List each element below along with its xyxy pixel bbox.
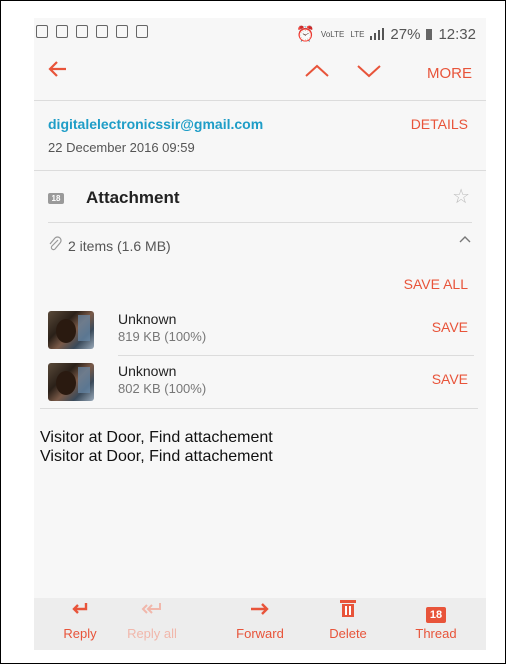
clock: 12:32	[438, 25, 476, 43]
sender-email[interactable]: digitalelectronicssir@gmail.com	[48, 116, 263, 132]
save-all-button[interactable]: SAVE ALL	[404, 276, 468, 292]
attachment-thumbnail[interactable]	[48, 363, 94, 401]
email-body: Visitor at Door, Find attachement Visito…	[40, 428, 273, 466]
more-button[interactable]: MORE	[427, 65, 472, 82]
reply-all-icon	[112, 598, 192, 624]
attachment-item[interactable]: Unknown 802 KB (100%) SAVE	[34, 357, 486, 407]
download-icon	[96, 25, 108, 38]
app-bar: MORE	[34, 56, 486, 92]
attachment-name: Unknown	[118, 363, 177, 379]
image-icon	[116, 25, 128, 38]
email-date: 22 December 2016 09:59	[48, 140, 195, 155]
attachment-summary: 2 items (1.6 MB)	[68, 238, 171, 254]
signal-icon	[370, 28, 385, 40]
reply-all-button[interactable]: Reply all	[112, 598, 192, 641]
notification-icon	[56, 25, 68, 38]
thread-label: Thread	[415, 626, 457, 641]
previous-email-chevron-up-icon[interactable]	[304, 56, 330, 91]
body-line: Visitor at Door, Find attachement	[40, 429, 273, 446]
body-line: Visitor at Door, Find attachement	[40, 448, 273, 465]
notification-icons	[36, 25, 148, 38]
status-bar: ⏰ VoLTE LTE 27% 12:32	[34, 18, 486, 48]
reply-button[interactable]: Reply	[40, 598, 120, 641]
reply-label: Reply	[63, 626, 97, 641]
divider	[118, 355, 474, 356]
divider	[34, 100, 486, 101]
reply-all-label: Reply all	[127, 626, 177, 641]
battery-icon	[426, 28, 433, 40]
attachment-item[interactable]: Unknown 819 KB (100%) SAVE	[34, 305, 486, 355]
thread-button[interactable]: 18 Thread	[396, 598, 476, 641]
status-right: ⏰ VoLTE LTE 27% 12:32	[296, 25, 476, 44]
attachment-size: 802 KB (100%)	[118, 381, 207, 396]
attachment-thumbnail[interactable]	[48, 311, 94, 349]
collapse-chevron-up-icon[interactable]	[458, 232, 472, 251]
next-email-chevron-down-icon[interactable]	[356, 56, 382, 91]
back-arrow-icon[interactable]	[48, 59, 68, 85]
paperclip-icon	[48, 236, 62, 256]
alarm-icon: ⏰	[296, 26, 315, 43]
thread-count-badge: 18	[425, 607, 447, 623]
subject-badge-icon: 18	[48, 193, 64, 204]
volte-indicator: VoLTE	[320, 29, 345, 39]
details-button[interactable]: DETAILS	[411, 116, 468, 132]
star-icon[interactable]: ☆	[452, 184, 470, 209]
battery-percent: 27%	[390, 25, 421, 43]
phone-screen: ⏰ VoLTE LTE 27% 12:32 MORE digitalelectr…	[34, 18, 486, 650]
email-subject: Attachment	[86, 188, 180, 207]
divider	[34, 170, 486, 171]
bottom-action-bar: Reply Reply all Forward Delete 18 Thread	[34, 598, 486, 650]
forward-button[interactable]: Forward	[220, 598, 300, 641]
save-button[interactable]: SAVE	[432, 319, 468, 335]
thread-icon: 18	[396, 598, 476, 624]
forward-icon	[220, 598, 300, 624]
sd-card-icon	[136, 25, 148, 38]
divider	[48, 222, 472, 223]
delete-label: Delete	[329, 626, 367, 641]
save-button[interactable]: SAVE	[432, 371, 468, 387]
download-icon	[76, 25, 88, 38]
trash-icon	[308, 598, 388, 624]
attachment-name: Unknown	[118, 311, 177, 327]
delete-button[interactable]: Delete	[308, 598, 388, 641]
attachment-size: 819 KB (100%)	[118, 329, 207, 344]
notification-icon	[36, 25, 48, 38]
reply-icon	[40, 598, 120, 624]
forward-label: Forward	[236, 626, 284, 641]
network-indicator: LTE	[350, 29, 365, 39]
divider	[40, 408, 478, 409]
